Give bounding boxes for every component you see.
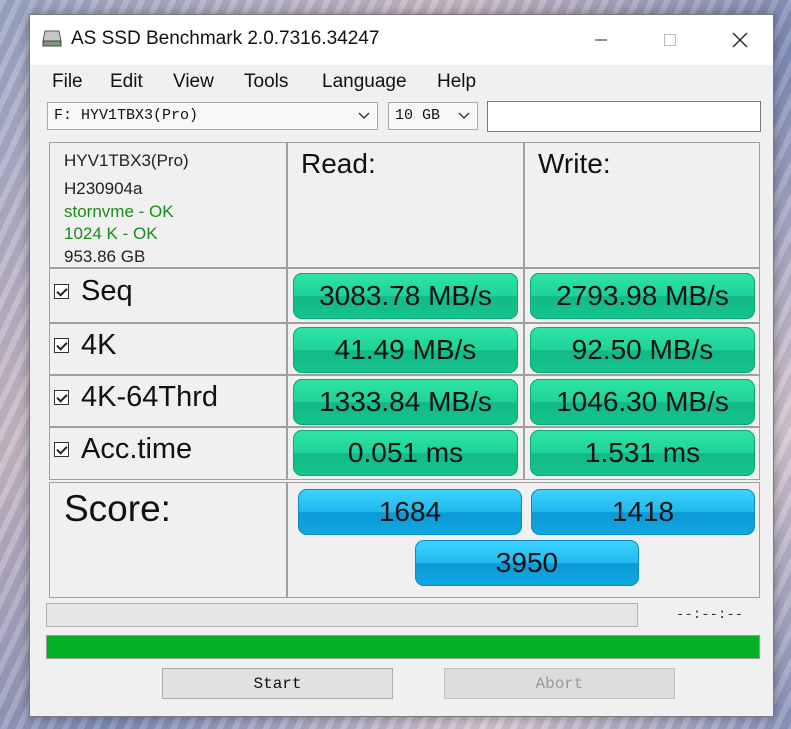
test-4k-64thrd[interactable]: 4K-64Thrd (54, 381, 218, 414)
chevron-down-icon (458, 112, 470, 119)
abort-button[interactable]: Abort (444, 668, 675, 699)
seq-write-result: 2793.98 MB/s (530, 273, 755, 319)
seq-read-result: 3083.78 MB/s (293, 273, 518, 319)
menu-view[interactable]: View (173, 71, 214, 93)
drive-firmware: H230904a (64, 179, 143, 198)
column-divider (286, 143, 288, 479)
row-divider (50, 426, 759, 428)
size-select[interactable]: 10 GB (388, 102, 478, 130)
title-bar[interactable]: AS SSD Benchmark 2.0.7316.34247 (30, 15, 773, 65)
drive-capacity: 953.86 GB (64, 247, 146, 266)
minimize-button[interactable] (566, 15, 636, 65)
test-4k[interactable]: 4K (54, 329, 116, 362)
maximize-button[interactable] (635, 15, 705, 65)
score-label: Score: (64, 488, 171, 529)
window-title: AS SSD Benchmark 2.0.7316.34247 (71, 28, 380, 49)
total-score: 3950 (415, 540, 639, 586)
close-icon (732, 32, 748, 48)
test-label: Acc.time (81, 433, 193, 465)
test-progress-bar (46, 603, 638, 627)
start-button[interactable]: Start (162, 668, 393, 699)
drive-select-value: F: HYV1TBX3(Pro) (54, 107, 199, 124)
menu-edit[interactable]: Edit (110, 71, 143, 93)
overall-progress-bar (46, 635, 760, 659)
minimize-icon (595, 39, 607, 41)
4k-64thrd-write-result: 1046.30 MB/s (530, 379, 755, 425)
4k-64thrd-read-result: 1333.84 MB/s (293, 379, 518, 425)
driver-status: stornvme - OK (64, 202, 174, 221)
menu-file[interactable]: File (52, 71, 83, 93)
checkbox[interactable] (54, 442, 69, 457)
test-label: Seq (81, 275, 133, 307)
close-button[interactable] (705, 15, 775, 65)
menu-help[interactable]: Help (437, 71, 476, 93)
drive-model: HYV1TBX3(Pro) (64, 151, 189, 170)
drive-text-field[interactable] (487, 101, 761, 132)
app-window: AS SSD Benchmark 2.0.7316.34247 File Edi… (29, 14, 774, 717)
chevron-down-icon (358, 112, 370, 119)
disk-drive-icon (42, 30, 62, 47)
alignment-status: 1024 K - OK (64, 224, 158, 243)
row-divider (50, 267, 759, 269)
write-column-header: Write: (538, 148, 611, 179)
drive-select[interactable]: F: HYV1TBX3(Pro) (47, 102, 378, 130)
read-column-header: Read: (301, 148, 376, 179)
menu-bar: File Edit View Tools Language Help (30, 65, 773, 99)
checkbox[interactable] (54, 338, 69, 353)
row-divider (50, 374, 759, 376)
row-divider (50, 322, 759, 324)
acc-time-read-result: 0.051 ms (293, 430, 518, 476)
acc-time-write-result: 1.531 ms (530, 430, 755, 476)
progress-fill (47, 636, 759, 658)
size-select-value: 10 GB (395, 107, 441, 124)
read-score: 1684 (298, 489, 522, 535)
4k-write-result: 92.50 MB/s (530, 327, 755, 373)
4k-read-result: 41.49 MB/s (293, 327, 518, 373)
write-score: 1418 (531, 489, 755, 535)
column-divider (286, 483, 288, 597)
test-label: 4K (81, 329, 117, 361)
menu-tools[interactable]: Tools (244, 71, 288, 93)
score-panel: Score: 1684 1418 3950 (49, 482, 760, 598)
checkbox[interactable] (54, 284, 69, 299)
test-label: 4K-64Thrd (81, 381, 219, 413)
elapsed-time: --:--:-- (676, 607, 744, 623)
column-divider (523, 143, 525, 479)
maximize-icon (664, 34, 676, 46)
checkbox[interactable] (54, 390, 69, 405)
results-panel: HYV1TBX3(Pro) H230904a stornvme - OK 102… (49, 142, 760, 480)
menu-language[interactable]: Language (322, 71, 407, 93)
test-acc-time[interactable]: Acc.time (54, 433, 192, 466)
test-seq[interactable]: Seq (54, 275, 133, 308)
